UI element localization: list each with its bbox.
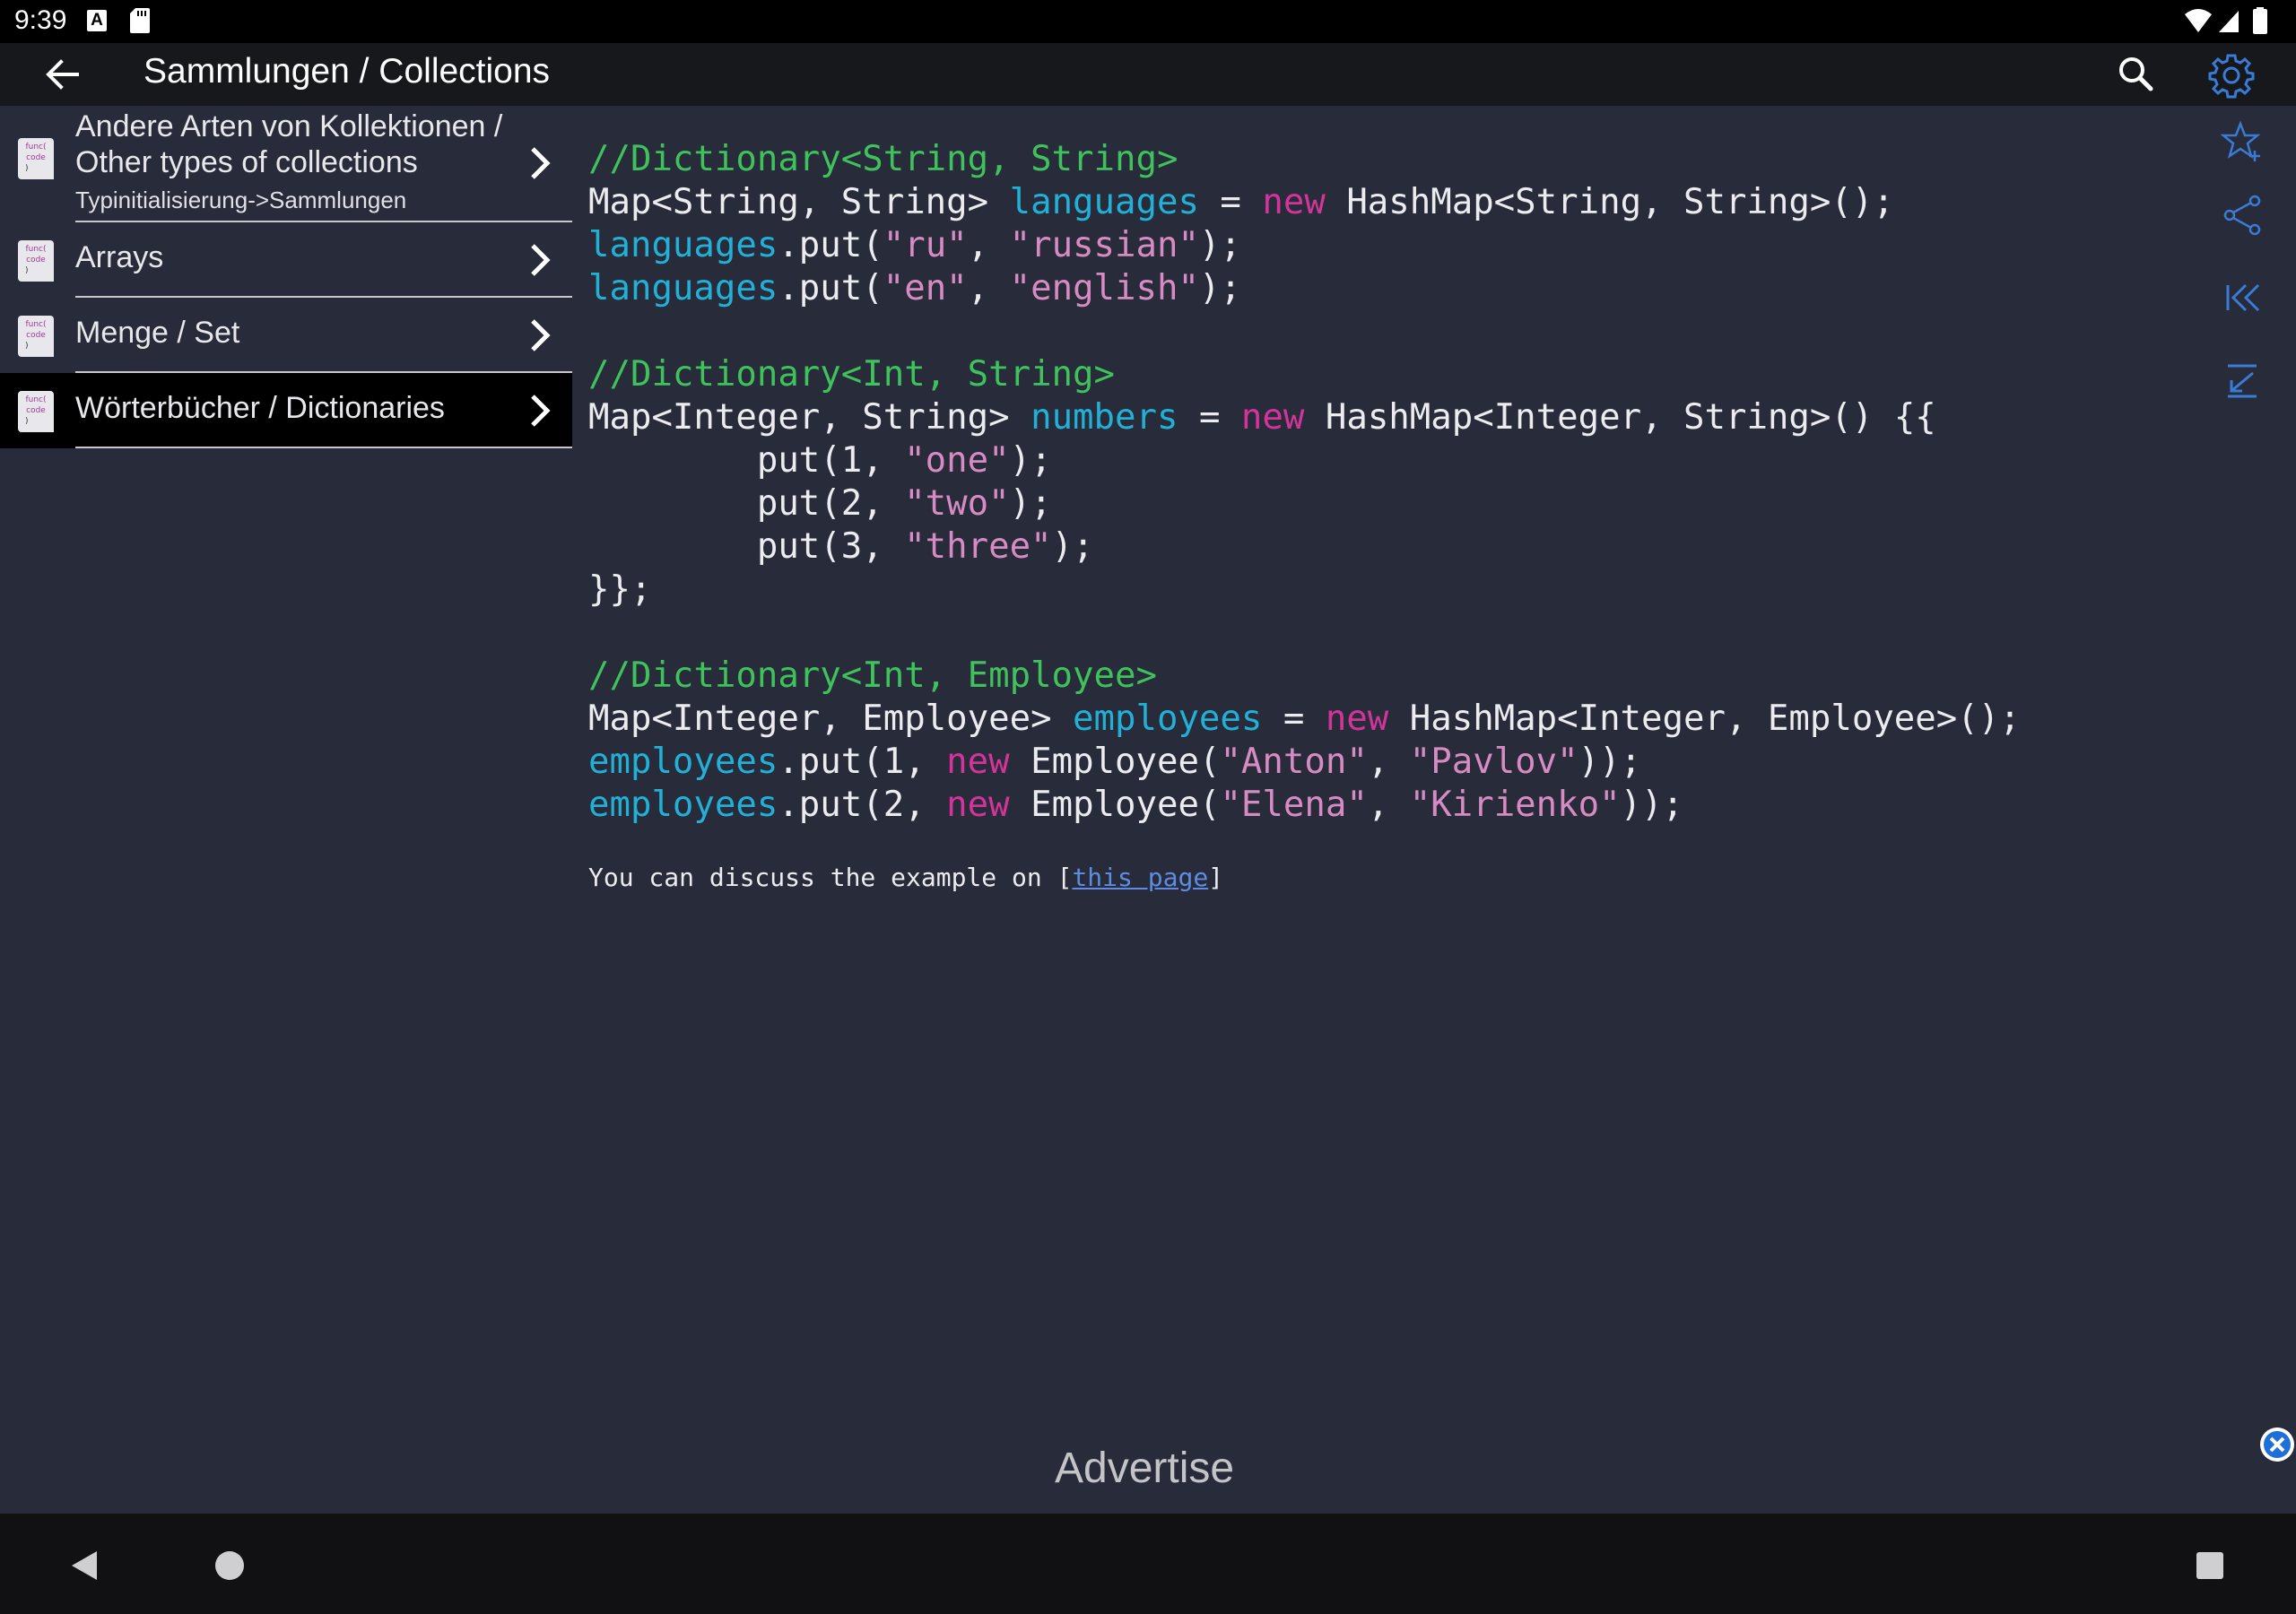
nav-home-icon[interactable] [215,1551,244,1580]
ad-label: Advertise [1055,1445,1235,1492]
status-bar: 9:39 A [0,0,2296,43]
svg-text:): ) [25,417,29,426]
sidebar-item-label: Menge / Set [75,316,240,350]
nav-back-icon[interactable] [68,1548,100,1584]
battery-icon [2253,9,2267,34]
chevron-right-icon [531,147,551,179]
discuss-link[interactable]: this page [1072,863,1208,892]
nav-recents-icon[interactable] [2196,1552,2223,1579]
sidebar-item-label: Andere Arten von Kollektionen / [75,109,503,143]
divider [75,447,572,448]
share-icon[interactable] [2219,192,2266,239]
discuss-prefix: You can discuss the example on [588,863,1057,892]
code-comment: //Dictionary<Int, String> [588,354,1115,395]
chevron-right-icon [531,395,551,427]
svg-text:): ) [25,266,29,275]
sidebar-item-other-collections[interactable]: func(code) Andere Arten von Kollektionen… [0,106,572,222]
code-comment: //Dictionary<Int, Employee> [588,655,1157,696]
sidebar-item-set[interactable]: func( code) Menge / Set [0,298,572,373]
svg-text:): ) [25,164,29,173]
page-title: Sammlungen / Collections [144,52,551,91]
svg-text:func(: func( [25,320,46,329]
gear-icon[interactable] [2206,50,2257,100]
sd-card-icon [130,8,150,33]
discuss-text: You can discuss the example on [this pag… [588,863,1224,892]
sidebar-item-sublabel: Typinitialisierung->Sammlungen [75,187,407,213]
sidebar-item-arrays[interactable]: func( code) Arrays [0,222,572,298]
wifi-icon [2185,9,2212,32]
svg-text:code: code [26,153,46,162]
svg-text:code: code [26,406,46,415]
sidebar-item-dictionaries[interactable]: func( code) Wörterbücher / Dictionaries [0,373,572,448]
code-comment: //Dictionary<String, String> [588,139,1178,179]
cell-signal-icon [2219,11,2239,32]
sidebar-item-label: Wörterbücher / Dictionaries [75,391,445,425]
code-file-icon: func( code) [18,391,54,432]
back-arrow-icon[interactable] [41,55,84,94]
status-signal-icons [2185,7,2267,34]
code-file-icon: func( code) [18,316,54,357]
svg-text:code: code [26,331,46,340]
chevron-right-icon [531,319,551,351]
app-bar: Sammlungen / Collections [0,43,2296,106]
close-icon[interactable] [2259,1427,2295,1462]
svg-text:func(: func( [25,395,46,404]
sidebar-item-label: Arrays [75,240,164,274]
svg-text:): ) [25,342,29,351]
svg-text:func(: func( [25,245,46,254]
chevron-right-icon [531,244,551,276]
star-add-icon[interactable] [2219,118,2266,165]
sidebar-item-label-line2: Other types of collections [75,145,418,179]
status-time: 9:39 [14,5,67,35]
system-nav-bar [0,1514,2296,1614]
skip-to-start-icon[interactable] [2219,274,2266,321]
code-file-icon: func(code) [18,138,54,179]
download-to-bottom-icon[interactable] [2219,357,2266,404]
svg-text:code: code [26,256,46,265]
svg-text:func(: func( [25,143,46,152]
code-file-icon: func( code) [18,240,54,282]
search-icon[interactable] [2113,52,2158,97]
code-block: //Dictionary<String, String> Map<String,… [588,139,2021,825]
keyboard-a-icon: A [87,10,107,31]
